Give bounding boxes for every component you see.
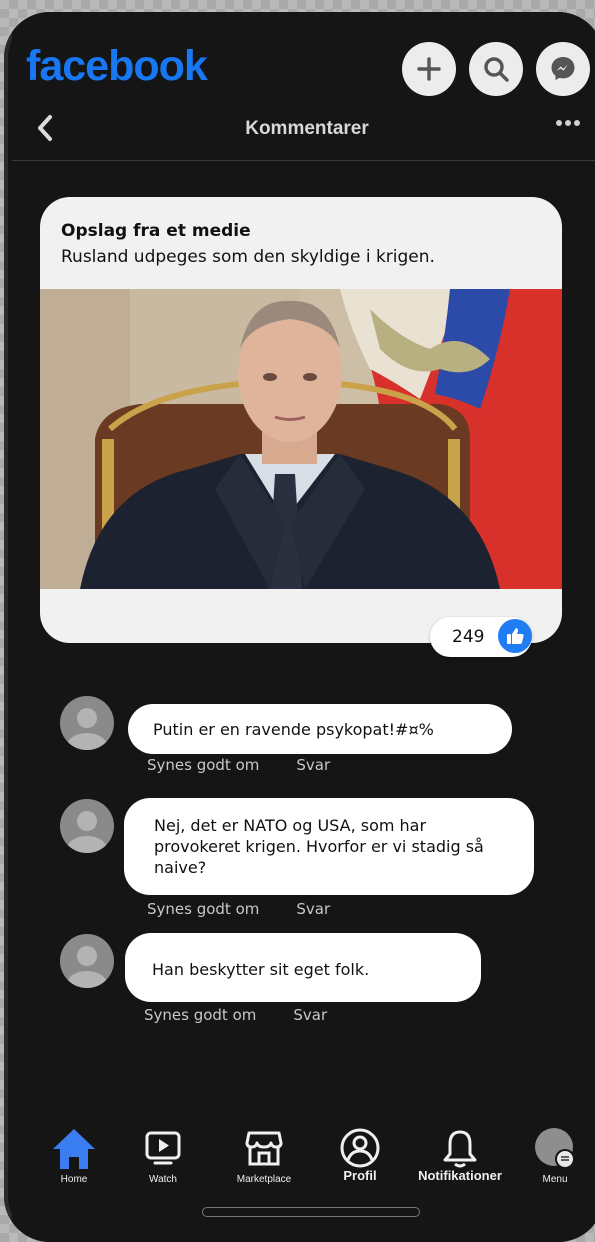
create-button[interactable] [402, 42, 456, 96]
phone-frame: facebook Kommentarer Opslag fra et medie… [4, 12, 595, 1242]
dot-icon [574, 120, 580, 126]
comment-bubble: Putin er en ravende psykopat!#¤% [128, 704, 512, 754]
tab-notifications[interactable]: Notifikationer [410, 1122, 510, 1183]
messenger-icon [551, 57, 575, 80]
bottom-tab-bar: Home Watch Marketplace Profil Notifikati… [12, 1122, 595, 1202]
comment-bubble: Han beskytter sit eget folk. [125, 933, 481, 1002]
tab-label: Watch [149, 1174, 177, 1185]
user-icon [67, 811, 107, 853]
messenger-button[interactable] [536, 42, 590, 96]
comment-actions: Synes godt om Svar [147, 756, 330, 774]
reply-link[interactable]: Svar [296, 756, 330, 774]
facebook-logo[interactable]: facebook [26, 42, 208, 91]
like-comment-link[interactable]: Synes godt om [147, 756, 259, 774]
header-divider [12, 160, 595, 161]
user-icon [67, 946, 107, 988]
comment-text: Han beskytter sit eget folk. [152, 960, 370, 979]
comment-text: Nej, det er NATO og USA, som har provoke… [154, 816, 484, 877]
post-heading: Opslag fra et medie [61, 221, 251, 241]
dot-icon [556, 120, 562, 126]
post-photo[interactable] [40, 289, 562, 589]
menu-avatar-icon [535, 1128, 575, 1169]
tab-home[interactable]: Home [24, 1122, 124, 1185]
portrait-illustration [40, 289, 562, 589]
store-icon [245, 1131, 283, 1166]
like-count: 249 [452, 627, 485, 647]
profile-icon [340, 1128, 380, 1168]
commenter-avatar[interactable] [60, 934, 114, 988]
reply-link[interactable]: Svar [296, 900, 330, 918]
more-options-button[interactable] [556, 120, 580, 126]
thumbs-up-icon [498, 619, 532, 653]
comment-actions: Synes godt om Svar [144, 1006, 327, 1024]
tab-label: Menu [542, 1174, 568, 1185]
app-screen: facebook Kommentarer Opslag fra et medie… [12, 12, 595, 1242]
home-indicator [202, 1207, 420, 1217]
tab-profile[interactable]: Profil [310, 1122, 410, 1183]
user-icon [67, 708, 107, 750]
like-comment-link[interactable]: Synes godt om [144, 1006, 256, 1024]
tab-label: Notifikationer [418, 1168, 502, 1183]
tab-marketplace[interactable]: Marketplace [214, 1122, 314, 1185]
search-button[interactable] [469, 42, 523, 96]
post-card[interactable]: Opslag fra et medie Rusland udpeges som … [40, 197, 562, 657]
tab-watch[interactable]: Watch [113, 1122, 213, 1185]
commenter-avatar[interactable] [60, 799, 114, 853]
tab-label: Marketplace [236, 1174, 292, 1185]
page-title: Kommentarer [245, 118, 369, 139]
comment-text: Putin er en ravende psykopat!#¤% [153, 720, 434, 739]
tab-label: Profil [343, 1168, 377, 1183]
like-count-badge[interactable]: 249 [430, 617, 532, 657]
tab-menu[interactable]: Menu [505, 1122, 595, 1185]
search-icon [484, 57, 509, 82]
home-icon [53, 1129, 95, 1169]
like-comment-link[interactable]: Synes godt om [147, 900, 259, 918]
post-text: Rusland udpeges som den skyldige i krige… [61, 247, 435, 267]
tab-label: Home [60, 1174, 88, 1185]
comment-actions: Synes godt om Svar [147, 900, 330, 918]
comment-bubble: Nej, det er NATO og USA, som har provoke… [124, 798, 534, 895]
commenter-avatar[interactable] [60, 696, 114, 750]
video-icon [145, 1131, 181, 1165]
dot-icon [565, 120, 571, 126]
reply-link[interactable]: Svar [293, 1006, 327, 1024]
bell-icon [443, 1130, 477, 1168]
plus-icon [417, 57, 441, 81]
